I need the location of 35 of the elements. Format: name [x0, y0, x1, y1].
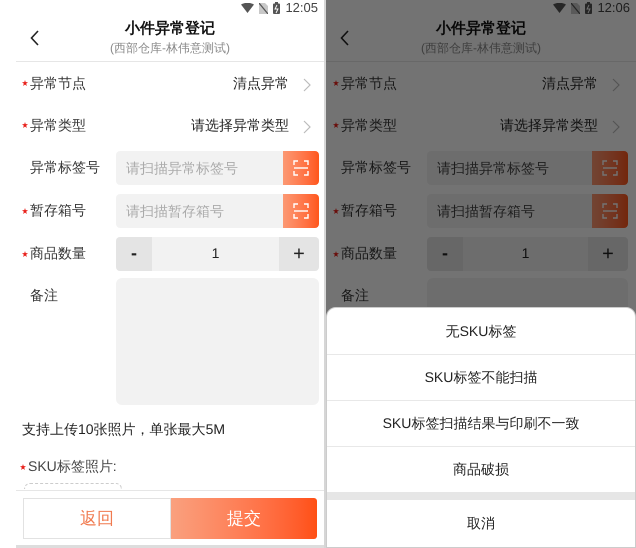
field-label: 异常标签号 [341, 158, 412, 177]
select-value[interactable]: 请选择异常类型 [86, 114, 303, 136]
field-label: 异常节点 [30, 74, 86, 92]
select-value[interactable]: 清点异常 [86, 72, 303, 94]
scan-input-field[interactable]: 请扫描异常标签号 [427, 150, 592, 184]
field-label: 异常类型 [30, 116, 86, 134]
decrement-button[interactable]: - [116, 236, 152, 270]
quantity-value: 1 [210, 244, 220, 263]
sheet-option[interactable]: SKU标签不能扫描 [327, 354, 635, 400]
sheet-option[interactable]: 无SKU标签 [327, 308, 635, 354]
scan-input-field[interactable]: 请扫描暂存箱号 [116, 194, 283, 228]
page-title: 小件异常登记 [436, 19, 526, 39]
page-subtitle: (西部仓库-林伟意测试) [110, 40, 230, 56]
page-title: 小件异常登记 [125, 19, 215, 39]
field-label: 备注 [30, 286, 59, 305]
select-value[interactable]: 请选择异常类型 [397, 114, 612, 136]
field-label: 异常节点 [341, 74, 397, 92]
field-label: 异常标签号 [30, 158, 101, 177]
scan-input-field[interactable]: 请扫描异常标签号 [116, 150, 283, 184]
sheet-option[interactable]: SKU标签扫描结果与印刷不一致 [327, 400, 635, 446]
upload-note: 支持上传10张照片，单张最大5M [21, 420, 226, 439]
cancel-button[interactable]: 取消 [327, 500, 635, 547]
field-label: 商品数量 [30, 244, 87, 263]
field-label: 异常类型 [341, 116, 397, 134]
scan-input-field[interactable]: 请扫描暂存箱号 [427, 194, 592, 228]
field-label: 暂存箱号 [30, 201, 87, 220]
field-label: 商品数量 [341, 244, 398, 263]
select-value[interactable]: 清点异常 [397, 72, 612, 94]
increment-button[interactable]: + [279, 236, 319, 270]
field-label: 暂存箱号 [341, 201, 398, 220]
status-time: 12:05 [285, 0, 318, 18]
quantity-value: 1 [520, 244, 530, 263]
field-label: 备注 [341, 286, 370, 305]
photo-label: SKU标签照片: [28, 457, 117, 476]
status-time: 12:06 [597, 0, 630, 18]
